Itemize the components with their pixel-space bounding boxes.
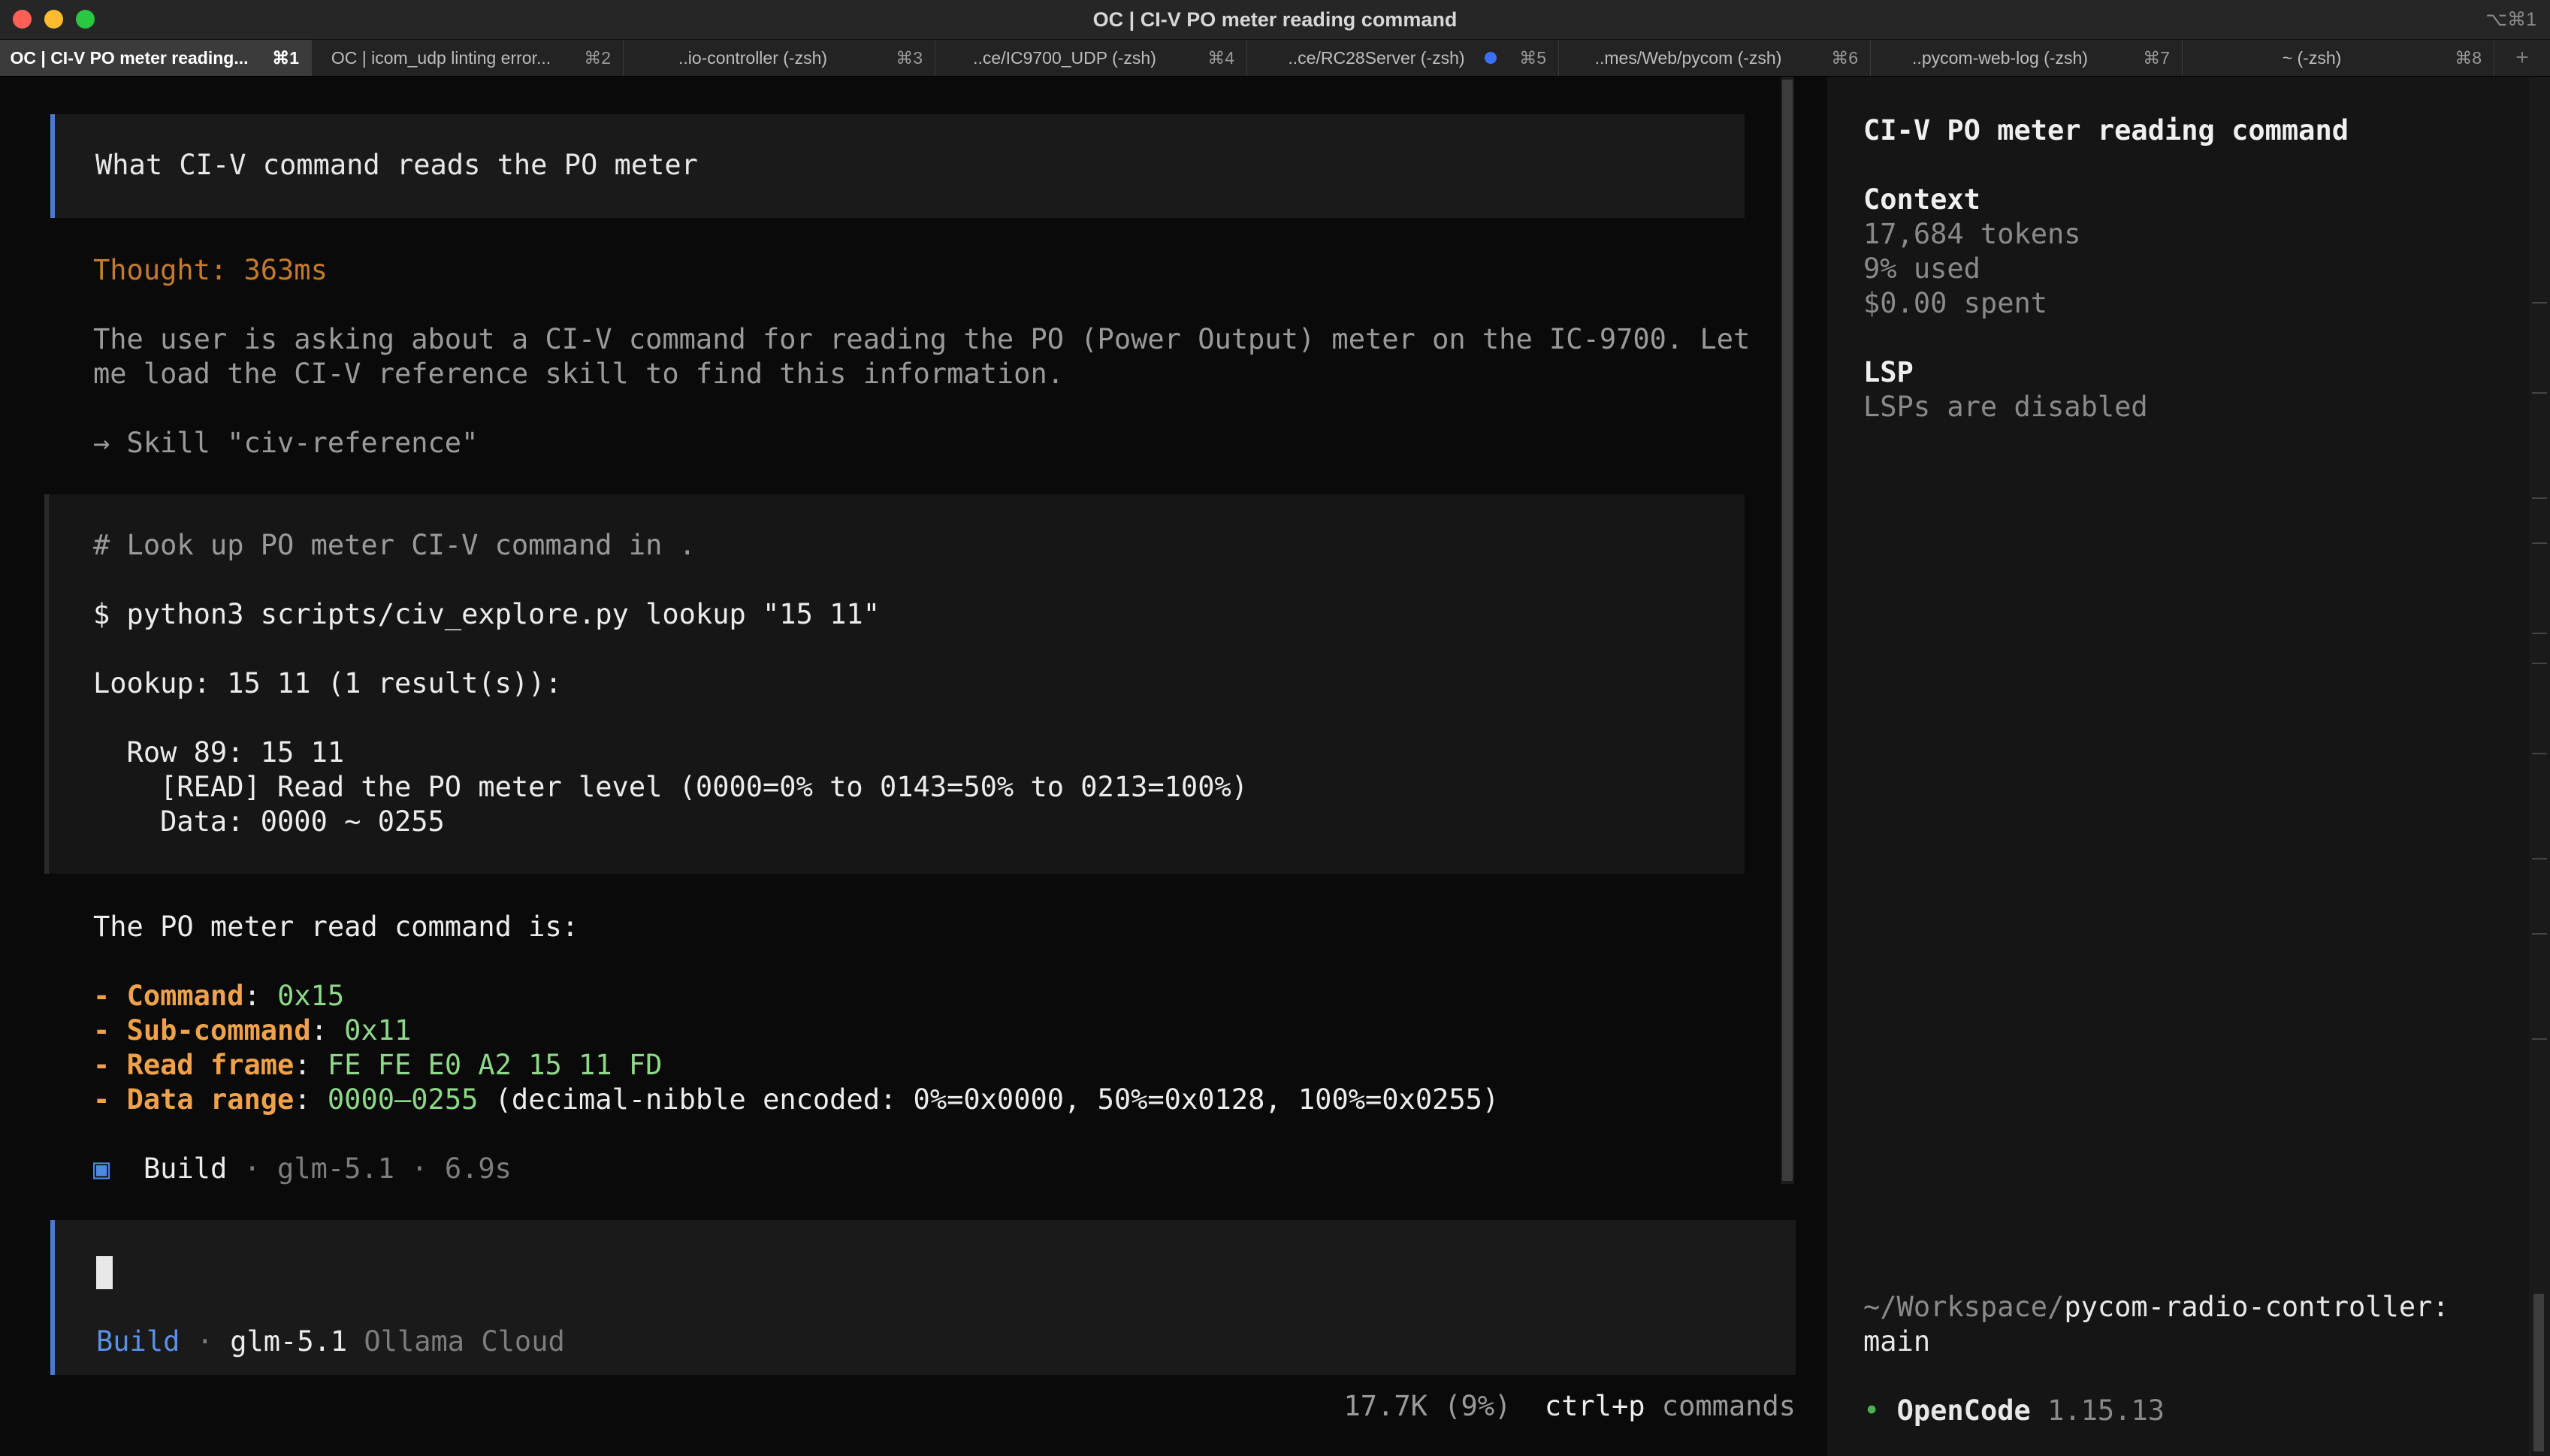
user-message-text: What CI-V command reads the PO meter [95,149,698,181]
token-usage: 17.7K (9%) [1343,1390,1512,1422]
scroll-marker [2532,392,2547,394]
workspace-path: ~/Workspace/pycom-radio-controller: [1863,1291,2449,1323]
conversation-scroll-thumb[interactable] [1782,80,1793,1181]
conversation-pane[interactable]: What CI-V command reads the PO meter Tho… [0,77,1826,1456]
footer-agent: Build [143,1152,228,1185]
context-tokens: 17,684 tokens [1863,218,2081,250]
window-title: OC | CI-V PO meter reading command [1092,8,1458,31]
tab-4[interactable]: ..ce/IC9700_UDP (-zsh) ⌘4 [935,40,1247,76]
input-agent: Build [96,1325,180,1358]
git-branch: main [1863,1325,1931,1358]
tab-label: ..pycom-web-log (-zsh) [1912,48,2088,68]
tool-comment: # Look up PO meter CI-V command in . [93,529,696,561]
agent-model-selector[interactable]: Build · glm-5.1 Ollama Cloud [96,1325,565,1358]
tab-label: ~ (-zsh) [2282,48,2342,68]
tab-6[interactable]: ..mes/Web/pycom (-zsh) ⌘6 [1559,40,1871,76]
scroll-marker [2532,542,2547,544]
tool-output-block: # Look up PO meter CI-V command in . $ p… [44,494,1745,874]
tab-bar: OC | CI-V PO meter reading... ⌘1 OC | ic… [0,40,2550,77]
tab-shortcut: ⌘5 [1519,48,1546,68]
scroll-marker [2532,633,2547,634]
skill-call: → Skill "civ-reference" [93,427,479,459]
input-model: glm-5.1 [230,1325,348,1358]
scroll-marker [2532,497,2547,499]
tab-shortcut: ⌘2 [584,48,611,68]
tab-7[interactable]: ..pycom-web-log (-zsh) ⌘7 [1871,40,2183,76]
title-bar: OC | CI-V PO meter reading command ⌥⌘1 [0,0,2550,40]
scroll-marker [2532,858,2547,859]
tab-3[interactable]: ..io-controller (-zsh) ⌘3 [624,40,935,76]
context-spent: $0.00 spent [1863,287,2048,319]
session-title: CI-V PO meter reading command [1863,114,2349,147]
scroll-marker [2532,753,2547,754]
tab-8[interactable]: ~ (-zsh) ⌘8 [2183,40,2494,76]
tool-row: Row 89: 15 11 [93,736,345,769]
thought-duration: Thought: 363ms [93,254,328,286]
sidebar-scrollbar[interactable] [2529,77,2550,1456]
build-square-icon: ▣ [93,1152,110,1185]
tab-shortcut: ⌘8 [2455,48,2482,68]
input-provider: Ollama Cloud [347,1325,565,1358]
answer-item-subcommand: - Sub-command: 0x11 [93,1014,412,1047]
tool-lookup: Lookup: 15 11 (1 result(s)): [93,667,562,699]
tab-1[interactable]: OC | CI-V PO meter reading... ⌘1 [0,40,312,76]
answer-item-read-frame: - Read frame: FE FE E0 A2 15 11 FD [93,1049,663,1081]
context-used: 9% used [1863,252,1980,285]
tab-2[interactable]: OC | icom_udp linting error... ⌘2 [312,40,624,76]
scroll-marker [2532,933,2547,935]
tab-shortcut: ⌘3 [896,48,923,68]
command-shortcut: ctrl+p [1544,1390,1645,1422]
tool-read: [READ] Read the PO meter level (0000=0% … [93,771,1249,803]
app-version: • OpenCode 1.15.13 [1863,1394,2165,1427]
new-tab-button[interactable]: + [2494,40,2550,76]
scroll-marker [2532,1038,2547,1040]
scroll-marker [2532,663,2547,664]
tab-label: OC | CI-V PO meter reading... [10,48,249,68]
activity-dot-icon [1485,52,1497,64]
tab-shortcut: ⌘1 [272,48,299,68]
tab-shortcut: ⌘4 [1207,48,1234,68]
tool-command: $ python3 scripts/civ_explore.py lookup … [93,598,880,630]
tool-data: Data: 0000 ~ 0255 [93,805,445,838]
answer-item-command: - Command: 0x15 [93,980,345,1012]
prompt-input[interactable]: Build · glm-5.1 Ollama Cloud [50,1220,1796,1375]
status-dot-icon: • [1863,1394,1881,1427]
commands-label: commands [1645,1390,1796,1422]
user-message: What CI-V command reads the PO meter [50,114,1745,218]
message-footer: ▣ Build · glm-5.1 · 6.9s [93,1152,512,1185]
tab-label: ..ce/RC28Server (-zsh) [1288,48,1465,68]
answer-intro: The PO meter read command is: [93,911,579,943]
answer-item-data-range: - Data range: 0000–0255 (decimal-nibble … [93,1083,1500,1116]
sidebar-scroll-thumb[interactable] [2533,1294,2544,1451]
status-bar: 17.7K (9%) ctrl+p commands [1344,1390,1796,1422]
lsp-heading: LSP [1863,356,1914,388]
lsp-status: LSPs are disabled [1863,391,2148,423]
tab-shortcut: ⌘6 [1831,48,1858,68]
session-sidebar: CI-V PO meter reading command Context 17… [1827,77,2529,1456]
tab-5[interactable]: ..ce/RC28Server (-zsh) ⌘5 [1247,40,1559,76]
scroll-marker [2532,302,2547,304]
tab-label: OC | icom_udp linting error... [331,48,551,68]
footer-meta: · glm-5.1 · 6.9s [227,1152,512,1185]
tab-label: ..ce/IC9700_UDP (-zsh) [973,48,1156,68]
tab-label: ..io-controller (-zsh) [678,48,828,68]
reasoning-line-1: The user is asking about a CI-V command … [93,323,1751,355]
reasoning-line-2: me load the CI-V reference skill to find… [93,358,1065,390]
context-heading: Context [1863,183,1980,216]
tab-shortcut: ⌘7 [2143,48,2170,68]
window-shortcut: ⌥⌘1 [2485,9,2536,30]
text-cursor [96,1256,113,1289]
tab-label: ..mes/Web/pycom (-zsh) [1594,48,1782,68]
